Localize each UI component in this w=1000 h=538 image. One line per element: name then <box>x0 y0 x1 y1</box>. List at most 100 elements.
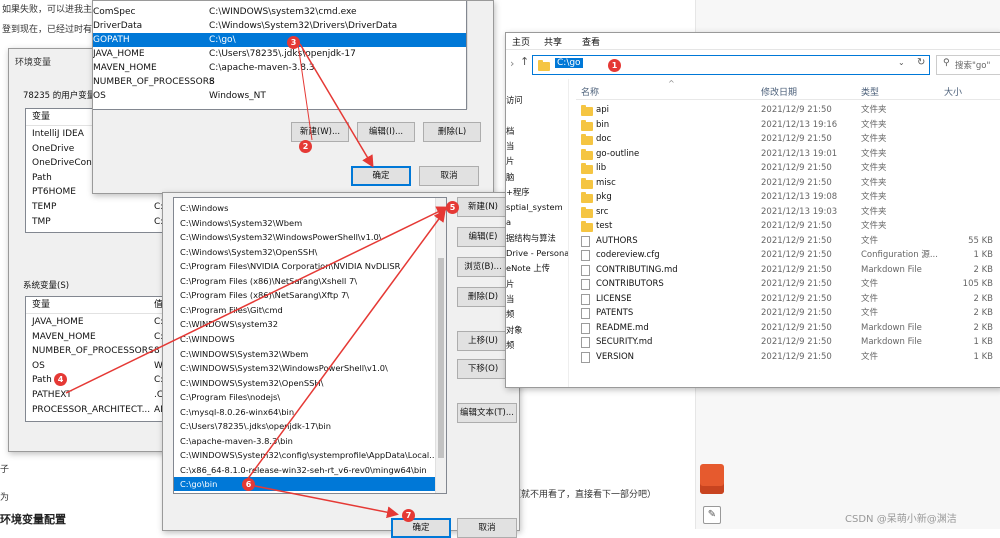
scrollbar[interactable] <box>467 1 480 109</box>
move-up-button[interactable]: 上移(U) <box>457 331 509 351</box>
path-entry[interactable]: C:\WINDOWS\System32\config\systemprofile… <box>174 448 437 462</box>
path-entry[interactable]: C:\go\bin <box>174 477 436 492</box>
var-row[interactable]: JAVA_HOME C:\Users\78235\.jdks\openjdk-17 <box>93 47 466 61</box>
path-entry[interactable]: C:\Program Files\Git\cmd <box>174 303 436 317</box>
search-box[interactable]: ⚲ 搜索"go" <box>936 55 1000 75</box>
file-row[interactable]: README.md 2021/12/9 21:50 Markdown File 2 K… <box>576 321 1000 336</box>
tab-home[interactable]: 主页 <box>512 35 530 48</box>
file-row[interactable]: AUTHORS 2021/12/9 21:50 文件 55 KB <box>576 234 1000 249</box>
path-ok-button[interactable]: 确定 <box>391 518 451 538</box>
nav-item[interactable]: 档 <box>506 124 568 138</box>
path-entry[interactable]: C:\Program Files\nodejs\ <box>174 390 436 404</box>
refresh-icon[interactable]: ↻ <box>917 57 925 68</box>
file-row[interactable]: lib 2021/12/9 21:50 文件夹 <box>576 161 1000 176</box>
nav-pane[interactable]: 访问档当片脑 +程序 sptial_system a 据结构与算法 Drive - Per… <box>506 79 569 387</box>
nav-item[interactable]: sptial_system <box>506 200 568 214</box>
edit-icon[interactable]: ✎ <box>703 506 721 524</box>
file-row[interactable]: api 2021/12/9 21:50 文件夹 <box>576 103 1000 118</box>
file-row[interactable]: doc 2021/12/9 21:50 文件夹 <box>576 132 1000 147</box>
file-row[interactable]: CONTRIBUTING.md 2021/12/9 21:50 Markdown F… <box>576 263 1000 278</box>
nav-item[interactable]: 访问 <box>506 93 568 107</box>
col-var-header[interactable]: 变量 <box>32 109 50 125</box>
ok-button[interactable]: 确定 <box>351 166 411 186</box>
var-row[interactable]: DriverData C:\Windows\System32\Drivers\Dr… <box>93 19 466 33</box>
path-list[interactable]: C:\Windows C:\Windows\System32\Wbem C:\Win… <box>173 197 447 494</box>
tab-share[interactable]: 共享 <box>544 35 562 48</box>
nav-item[interactable]: Drive - Personal <box>506 246 568 260</box>
path-entry[interactable]: C:\x86_64-8.1.0-release-win32-seh-rt_v6-… <box>174 463 436 477</box>
path-entry[interactable]: C:\Windows\System32\Wbem <box>174 216 436 230</box>
path-entry[interactable]: C:\WINDOWS\System32\Wbem <box>174 347 436 361</box>
path-new-button[interactable]: 新建(N) <box>457 197 509 217</box>
file-list[interactable]: 名称 ^ 修改日期 类型 大小 api 2021/12/9 21:50 文件夹 bin… <box>576 79 1000 387</box>
nav-item[interactable]: +程序 <box>506 185 568 199</box>
nav-item[interactable]: 片 <box>506 154 568 168</box>
gift-icon[interactable] <box>700 464 724 494</box>
nav-item[interactable]: 片 <box>506 277 568 291</box>
edit-text-button[interactable]: 编辑文本(T)... <box>457 403 517 423</box>
path-edit-button[interactable]: 编辑(E) <box>457 227 509 247</box>
new-button[interactable]: 新建(W)... <box>291 122 349 142</box>
col-var-header[interactable]: 变量 <box>32 297 50 313</box>
path-entry[interactable]: C:\Windows\System32\WindowsPowerShell\v1… <box>174 230 436 244</box>
file-row[interactable]: LICENSE 2021/12/9 21:50 文件 2 KB <box>576 292 1000 307</box>
col-type-header[interactable]: 类型 <box>861 85 879 98</box>
address-bar[interactable]: C:\go ⌄ ↻ <box>532 55 930 75</box>
file-row[interactable]: CONTRIBUTORS 2021/12/9 21:50 文件 105 KB <box>576 277 1000 292</box>
tab-view[interactable]: 查看 <box>582 35 600 48</box>
path-entry[interactable]: C:\mysql-8.0.26-winx64\bin <box>174 405 436 419</box>
nav-item[interactable]: 脑 <box>506 170 568 184</box>
nav-item[interactable]: 对象 <box>506 323 568 337</box>
file-row[interactable]: src 2021/12/13 19:03 文件夹 <box>576 205 1000 220</box>
path-entry[interactable]: C:\Windows\System32\OpenSSH\ <box>174 245 436 259</box>
file-row[interactable]: misc 2021/12/9 21:50 文件夹 <box>576 176 1000 191</box>
nav-item[interactable]: 频 <box>506 338 568 352</box>
file-row[interactable]: pkg 2021/12/13 19:08 文件夹 <box>576 190 1000 205</box>
path-entry[interactable]: C:\WINDOWS\System32\OpenSSH\ <box>174 376 436 390</box>
path-entry[interactable]: C:\Program Files (x86)\NetSarang\Xshell … <box>174 274 436 288</box>
col-date-header[interactable]: 修改日期 <box>761 85 797 98</box>
path-browse-button[interactable]: 浏览(B)... <box>457 257 509 277</box>
file-row[interactable]: SECURITY.md 2021/12/9 21:50 Markdown File 1… <box>576 335 1000 350</box>
file-row[interactable]: codereview.cfg 2021/12/9 21:50 Configurati… <box>576 248 1000 263</box>
nav-item[interactable]: 当 <box>506 292 568 306</box>
nav-item[interactable]: 当 <box>506 139 568 153</box>
file-row[interactable]: test 2021/12/9 21:50 文件夹 <box>576 219 1000 234</box>
path-entry[interactable]: C:\Program Files (x86)\NetSarang\Xftp 7\ <box>174 288 436 302</box>
var-row[interactable]: GOPATH C:\go\ <box>93 33 466 47</box>
var-row[interactable]: OS Windows_NT <box>93 89 466 103</box>
path-cancel-button[interactable]: 取消 <box>457 518 517 538</box>
nav-item[interactable]: eNote 上传 <box>506 261 568 275</box>
path-entry[interactable]: C:\Windows <box>174 201 436 215</box>
delete-button[interactable]: 删除(L) <box>423 122 481 142</box>
nav-item[interactable]: 据结构与算法 <box>506 231 568 245</box>
forward-icon[interactable]: › <box>510 57 514 70</box>
var-row[interactable]: NUMBER_OF_PROCESSORS 8 <box>93 75 466 89</box>
var-row[interactable]: MAVEN_HOME C:\apache-maven-3.8.3 <box>93 61 466 75</box>
col-size-header[interactable]: 大小 <box>944 85 962 98</box>
path-delete-button[interactable]: 删除(D) <box>457 287 509 307</box>
nav-item[interactable] <box>506 108 568 122</box>
col-name-header[interactable]: 名称 <box>581 85 599 98</box>
path-entry[interactable]: C:\Program Files\NVIDIA Corporation\NVID… <box>174 259 436 273</box>
address-text[interactable]: C:\go <box>555 58 583 68</box>
cancel-button[interactable]: 取消 <box>419 166 479 186</box>
move-down-button[interactable]: 下移(O) <box>457 359 509 379</box>
up-arrow-icon[interactable]: ↑ <box>520 55 529 68</box>
file-row[interactable]: bin 2021/12/13 19:16 文件夹 <box>576 118 1000 133</box>
scrollbar[interactable] <box>435 198 446 493</box>
path-entry[interactable]: C:\Users\78235\.jdks\openjdk-17\bin <box>174 419 436 433</box>
file-row[interactable]: VERSION 2021/12/9 21:50 文件 1 KB <box>576 350 1000 365</box>
path-entry[interactable]: C:\WINDOWS <box>174 332 436 346</box>
file-row[interactable]: PATENTS 2021/12/9 21:50 文件 2 KB <box>576 306 1000 321</box>
chevron-down-icon[interactable]: ⌄ <box>898 58 905 67</box>
nav-item[interactable]: a <box>506 215 568 229</box>
path-entry[interactable]: C:\WINDOWS\system32 <box>174 317 436 331</box>
vars-list[interactable]: ComSpec C:\WINDOWS\system32\cmd.exe Driver… <box>93 1 467 110</box>
nav-item[interactable]: 频 <box>506 307 568 321</box>
var-row[interactable]: ComSpec C:\WINDOWS\system32\cmd.exe <box>93 5 466 19</box>
path-entry[interactable]: C:\WINDOWS\System32\WindowsPowerShell\v1… <box>174 361 436 375</box>
file-row[interactable]: go-outline 2021/12/13 19:01 文件夹 <box>576 147 1000 162</box>
path-entry[interactable]: C:\apache-maven-3.8.3\bin <box>174 434 436 448</box>
edit-button[interactable]: 编辑(I)... <box>357 122 415 142</box>
